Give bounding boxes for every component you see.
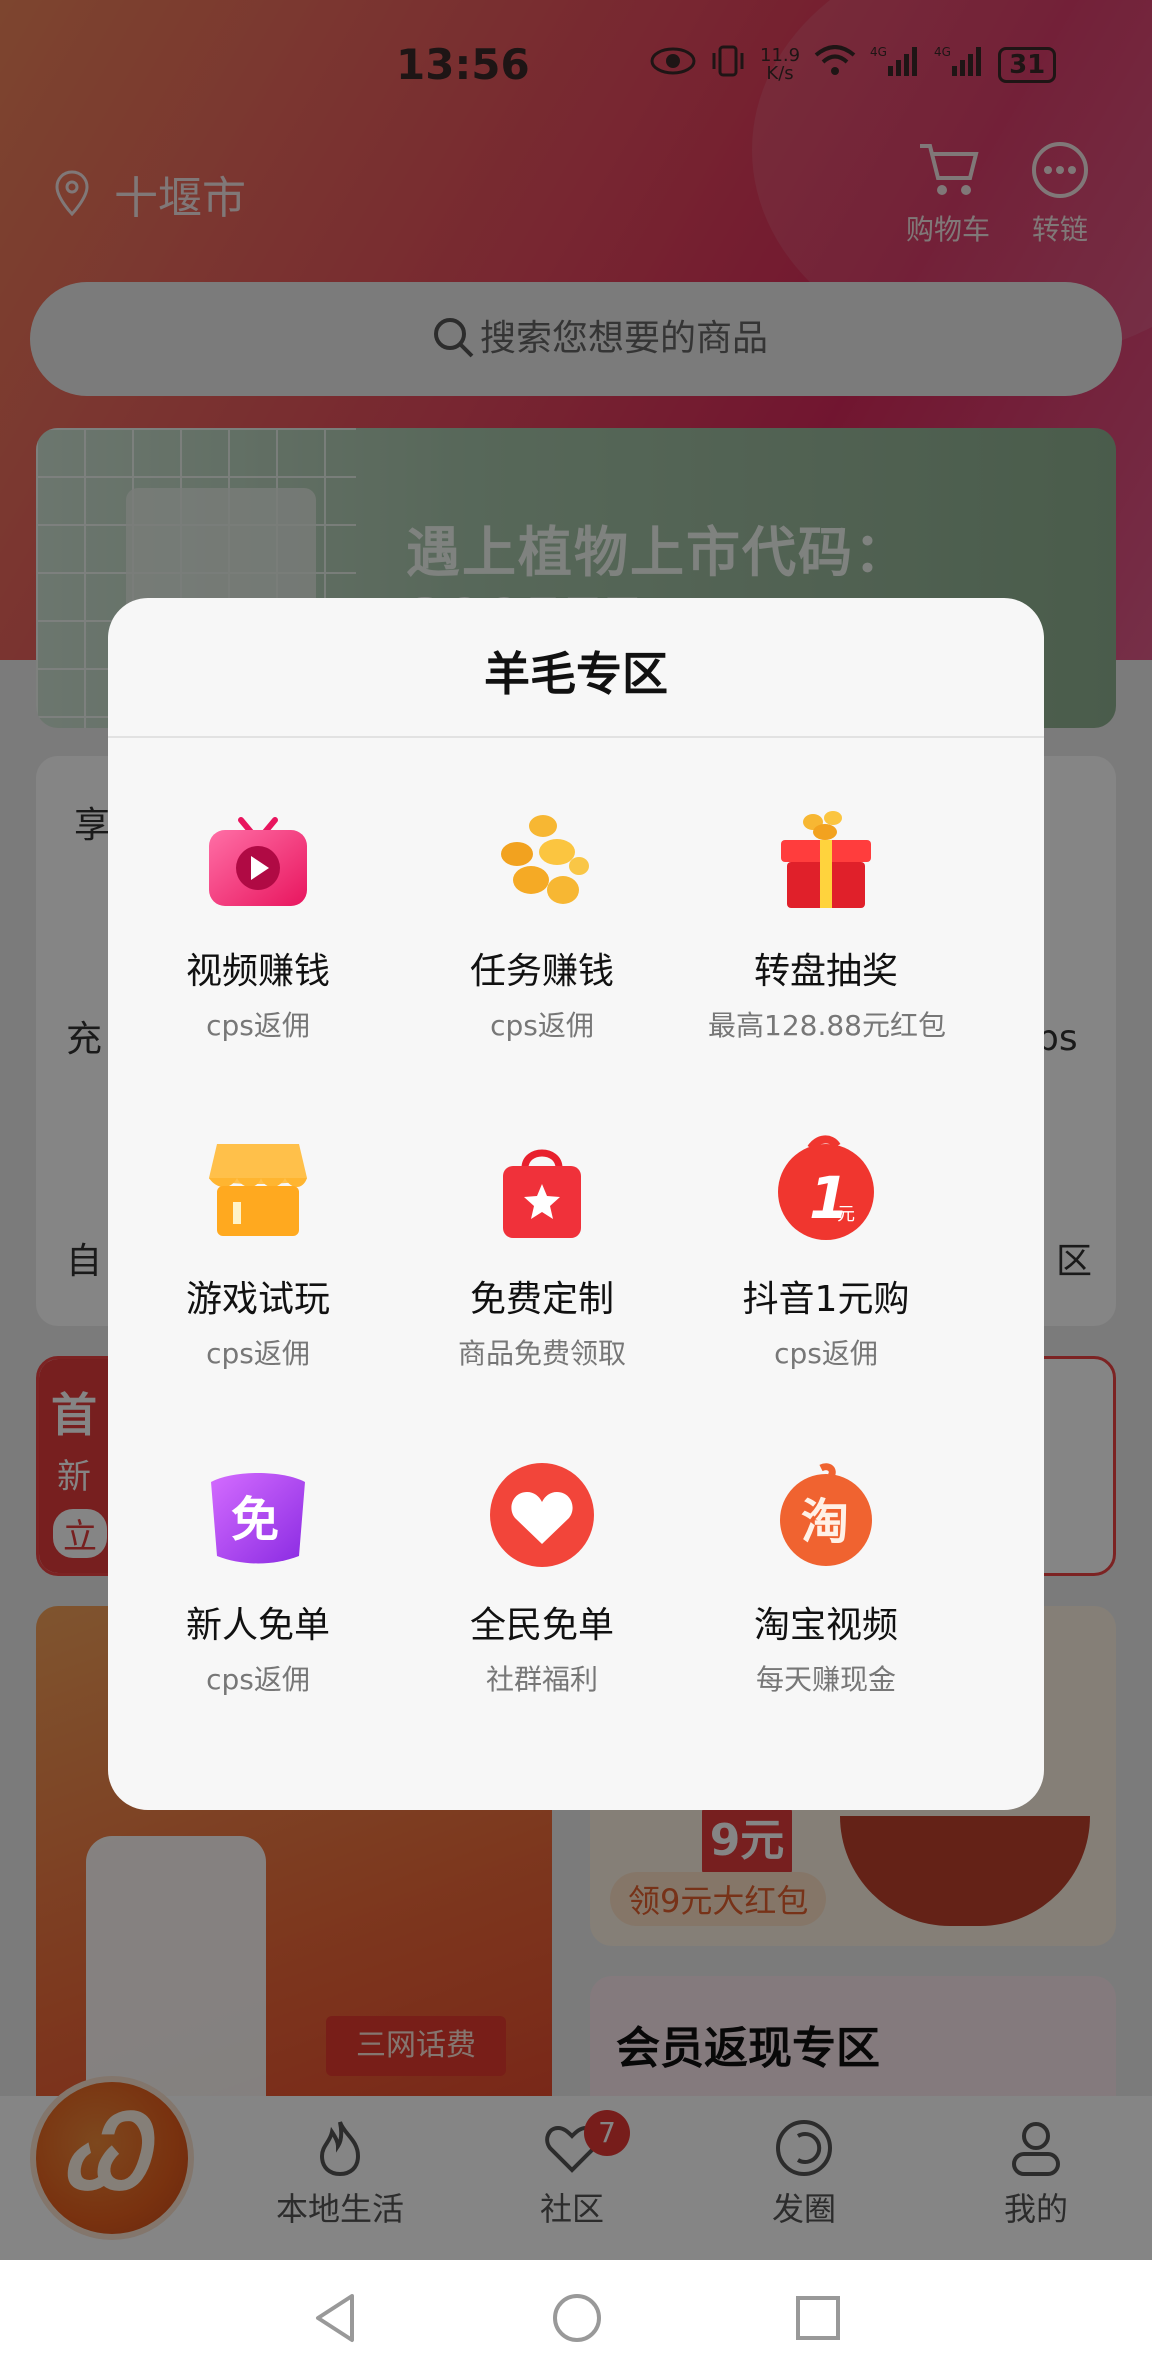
item-name: 转盘抽奖 bbox=[753, 951, 898, 992]
grid-item-all-free[interactable]: 全民免单 社群福利 bbox=[400, 1460, 684, 1698]
item-name: 任务赚钱 bbox=[469, 951, 614, 992]
shopping-bag-star-icon bbox=[503, 1149, 581, 1238]
svg-text:元: 元 bbox=[837, 1204, 855, 1225]
item-sub: cps返佣 bbox=[206, 1009, 310, 1042]
item-name: 新人免单 bbox=[185, 1605, 330, 1646]
item-sub: cps返佣 bbox=[206, 1337, 310, 1370]
grid-item-lucky-wheel[interactable]: 转盘抽奖 最高128.88元红包 bbox=[684, 806, 968, 1044]
item-sub: 每天赚现金 bbox=[755, 1663, 896, 1696]
item-sub: cps返佣 bbox=[774, 1337, 878, 1370]
item-sub: cps返佣 bbox=[490, 1009, 594, 1042]
grid-item-newcomer-free[interactable]: 免 新人免单 cps返佣 bbox=[116, 1460, 400, 1698]
taobao-icon: 淘 bbox=[780, 1463, 872, 1566]
modal-title: 羊毛专区 bbox=[484, 647, 668, 701]
item-name: 视频赚钱 bbox=[185, 951, 330, 992]
system-navigation-bar bbox=[0, 2260, 1152, 2376]
free-ticket-icon: 免 bbox=[211, 1473, 305, 1564]
modal-divider bbox=[108, 736, 1044, 738]
svg-text:免: 免 bbox=[231, 1492, 279, 1548]
item-sub: 最高128.88元红包 bbox=[708, 1009, 946, 1042]
gift-box-icon bbox=[781, 811, 871, 908]
grid-item-game-trial[interactable]: 游戏试玩 cps返佣 bbox=[116, 1134, 400, 1372]
heart-icon bbox=[490, 1463, 594, 1567]
grid-item-task-earn[interactable]: 任务赚钱 cps返佣 bbox=[400, 806, 684, 1044]
item-name: 淘宝视频 bbox=[753, 1605, 898, 1646]
back-nav-icon[interactable] bbox=[310, 2290, 360, 2346]
recents-nav-icon[interactable] bbox=[792, 2290, 842, 2346]
grid-item-video-earn[interactable]: 视频赚钱 cps返佣 bbox=[116, 806, 400, 1044]
one-yuan-icon: 1 元 bbox=[778, 1135, 874, 1240]
tv-play-icon bbox=[209, 817, 307, 906]
item-name: 抖音1元购 bbox=[742, 1279, 910, 1320]
item-name: 免费定制 bbox=[469, 1279, 614, 1320]
item-sub: cps返佣 bbox=[206, 1663, 310, 1696]
item-sub: 社群福利 bbox=[485, 1663, 598, 1696]
wool-zone-modal: 羊毛专区 视频赚钱 cps返佣 任务赚钱 cps返佣 转盘抽奖 最高128.88… bbox=[108, 598, 1044, 1810]
item-name: 全民免单 bbox=[469, 1605, 614, 1646]
svg-text:淘: 淘 bbox=[801, 1494, 849, 1550]
item-name: 游戏试玩 bbox=[185, 1279, 330, 1320]
gold-beans-icon bbox=[501, 815, 589, 904]
grid-item-taobao-video[interactable]: 淘 淘宝视频 每天赚现金 bbox=[684, 1460, 968, 1698]
shop-awning-icon bbox=[209, 1144, 307, 1236]
home-nav-icon[interactable] bbox=[550, 2290, 604, 2346]
grid-item-free-custom[interactable]: 免费定制 商品免费领取 bbox=[400, 1134, 684, 1372]
item-sub: 商品免费领取 bbox=[457, 1337, 626, 1370]
grid-item-douyin-one-yuan[interactable]: 1 元 抖音1元购 cps返佣 bbox=[684, 1134, 968, 1372]
